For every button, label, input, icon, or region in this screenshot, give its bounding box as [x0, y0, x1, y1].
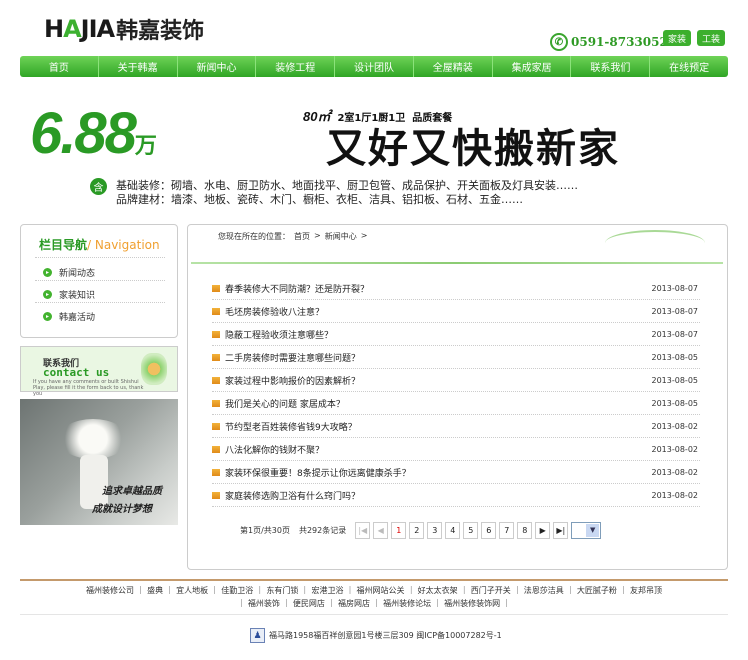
page-3-button[interactable]: 3	[427, 521, 443, 539]
divider	[20, 614, 728, 615]
nav-item-home[interactable]: 首页	[20, 56, 99, 77]
article-icon	[212, 445, 220, 453]
article-icon	[212, 399, 220, 407]
news-row[interactable]: 家装过程中影响报价的因素解析？ 2013-08-05	[212, 369, 700, 392]
divider	[35, 302, 165, 303]
next-page-button[interactable]: ▶	[535, 521, 551, 539]
nav-item-contact[interactable]: 联系我们	[571, 56, 651, 77]
news-row[interactable]: 毛坯房装修验收八注意？ 2013-08-07	[212, 300, 700, 323]
article-icon	[212, 491, 220, 499]
nav-item-integrated-home[interactable]: 集成家居	[493, 56, 572, 77]
phone-number: ✆ 0591-87330527	[550, 33, 676, 51]
logo-en: HAJIA	[44, 15, 115, 43]
flower-illustration-icon	[141, 353, 167, 385]
news-row[interactable]: 家装环保很重要！8条提示让你远离健康杀手？ 2013-08-02	[212, 461, 700, 484]
last-page-button[interactable]: ▶|	[553, 521, 569, 539]
divider	[35, 257, 165, 258]
contact-title-en: contact us	[43, 366, 110, 379]
arrow-icon: ▸	[43, 268, 52, 277]
police-badge-icon[interactable]: ♟	[250, 628, 265, 643]
nav-item-news[interactable]: 新闻中心	[178, 56, 257, 77]
decorative-swirl	[605, 230, 705, 256]
decor-photo: 追求卓越品质 成就设计梦想	[20, 399, 178, 525]
footer-links-row-1[interactable]: 福州装修公司 ｜ 盛典 ｜ 宜人地板 ｜ 佳勤卫浴 ｜ 东有门锁 ｜ 宏港卫浴 …	[20, 585, 728, 596]
home-decor-button[interactable]: 家装	[663, 30, 691, 46]
breadcrumb: 您现在所在的位置： 首页 > 新闻中心 >	[218, 231, 368, 242]
office-decor-button[interactable]: 工装	[697, 30, 725, 46]
nav-item-about[interactable]: 关于韩嘉	[99, 56, 178, 77]
site-logo[interactable]: HAJIA 韩嘉装饰	[44, 15, 205, 44]
page-1-button[interactable]: 1	[391, 521, 407, 539]
footer-address: ♟ 福马路1958福百祥创意园1号楼三层309 闽ICP备10007282号-1	[250, 628, 502, 643]
article-icon	[212, 422, 220, 430]
phone-icon: ✆	[550, 33, 568, 51]
page-7-button[interactable]: 7	[499, 521, 515, 539]
sidebar-item-news[interactable]: ▸ 新闻动态	[43, 266, 95, 279]
article-icon	[212, 330, 220, 338]
article-icon	[212, 284, 220, 292]
sidebar-nav: 栏目导航/ Navigation ▸ 新闻动态 ▸ 家装知识 ▸ 韩嘉活动	[20, 224, 178, 338]
banner-include-badge: 含	[90, 178, 107, 195]
arrow-icon: ▸	[43, 290, 52, 299]
contact-us-banner[interactable]: 联系我们 contact us If you have any comments…	[20, 346, 178, 397]
news-row[interactable]: 我们是关心的问题 家居成本？ 2013-08-05	[212, 392, 700, 415]
article-icon	[212, 307, 220, 315]
nav-item-projects[interactable]: 装修工程	[256, 56, 336, 77]
promo-banner[interactable]: 6.88万 80㎡ 2室1厅1厨1卫 品质套餐 又好又快搬新家 含 基础装修：砌…	[20, 96, 728, 208]
news-row[interactable]: 隐蔽工程验收须注意哪些？ 2013-08-07	[212, 323, 700, 346]
photo-caption: 追求卓越品质 成就设计梦想	[92, 486, 162, 515]
page-2-button[interactable]: 2	[409, 521, 425, 539]
sidebar-item-knowledge[interactable]: ▸ 家装知识	[43, 288, 95, 301]
logo-cn: 韩嘉装饰	[116, 19, 205, 44]
breadcrumb-news[interactable]: 新闻中心	[325, 231, 357, 242]
article-icon	[212, 353, 220, 361]
article-icon	[212, 468, 220, 476]
page-info: 第1页/共30页	[240, 525, 290, 535]
banner-material-line: 品牌建材：墙漆、地板、瓷砖、木门、橱柜、衣柜、洁具、铝扣板、石材、五金……	[116, 193, 523, 206]
nav-item-full-decor[interactable]: 全屋精装	[414, 56, 493, 77]
nav-item-design-team[interactable]: 设计团队	[335, 56, 414, 77]
news-row[interactable]: 八法化解你的钱财不聚？ 2013-08-02	[212, 438, 700, 461]
sidebar-title: 栏目导航/ Navigation	[39, 238, 160, 252]
page-5-button[interactable]: 5	[463, 521, 479, 539]
news-row[interactable]: 春季装修大不同防潮？还是防开裂？ 2013-08-07	[212, 277, 700, 300]
news-row[interactable]: 节约型老百姓装修省钱9大攻略？ 2013-08-02	[212, 415, 700, 438]
nav-item-booking[interactable]: 在线预定	[650, 56, 728, 77]
prev-page-button[interactable]: ◀	[373, 521, 389, 539]
divider	[20, 579, 728, 581]
divider	[191, 262, 723, 264]
page-select[interactable]: ▼	[571, 521, 602, 539]
record-count: 共292条记录	[298, 525, 347, 535]
page-6-button[interactable]: 6	[481, 521, 497, 539]
main-nav: 首页 关于韩嘉 新闻中心 装修工程 设计团队 全屋精装 集成家居 联系我们 在线…	[20, 56, 728, 77]
flower-image	[58, 419, 128, 459]
banner-slogan: 又好又快搬新家	[326, 125, 620, 172]
news-row[interactable]: 家庭装修选购卫浴有什么窍门吗？ 2013-08-02	[212, 484, 700, 507]
first-page-button[interactable]: |◀	[355, 521, 371, 539]
breadcrumb-home[interactable]: 首页	[294, 231, 310, 242]
arrow-icon: ▸	[43, 312, 52, 321]
banner-price: 6.88万	[30, 101, 157, 166]
sidebar-item-events[interactable]: ▸ 韩嘉活动	[43, 310, 95, 323]
article-icon	[212, 376, 220, 384]
page-4-button[interactable]: 4	[445, 521, 461, 539]
divider	[35, 280, 165, 281]
contact-note: If you have any comments or built Shishu…	[33, 379, 144, 397]
footer-links-row-2[interactable]: ｜ 福州装饰 ｜ 便民网店 ｜ 福房网店 ｜ 福州装修论坛 ｜ 福州装修装饰网 …	[20, 598, 728, 609]
page-8-button[interactable]: 8	[517, 521, 533, 539]
news-row[interactable]: 二手房装修时需要注意哪些问题？ 2013-08-05	[212, 346, 700, 369]
pagination: 第1页/共30页 共292条记录 |◀ ◀ 1 2 3 4 5 6 7 8 ▶ …	[240, 520, 602, 540]
chevron-down-icon: ▼	[586, 523, 600, 537]
